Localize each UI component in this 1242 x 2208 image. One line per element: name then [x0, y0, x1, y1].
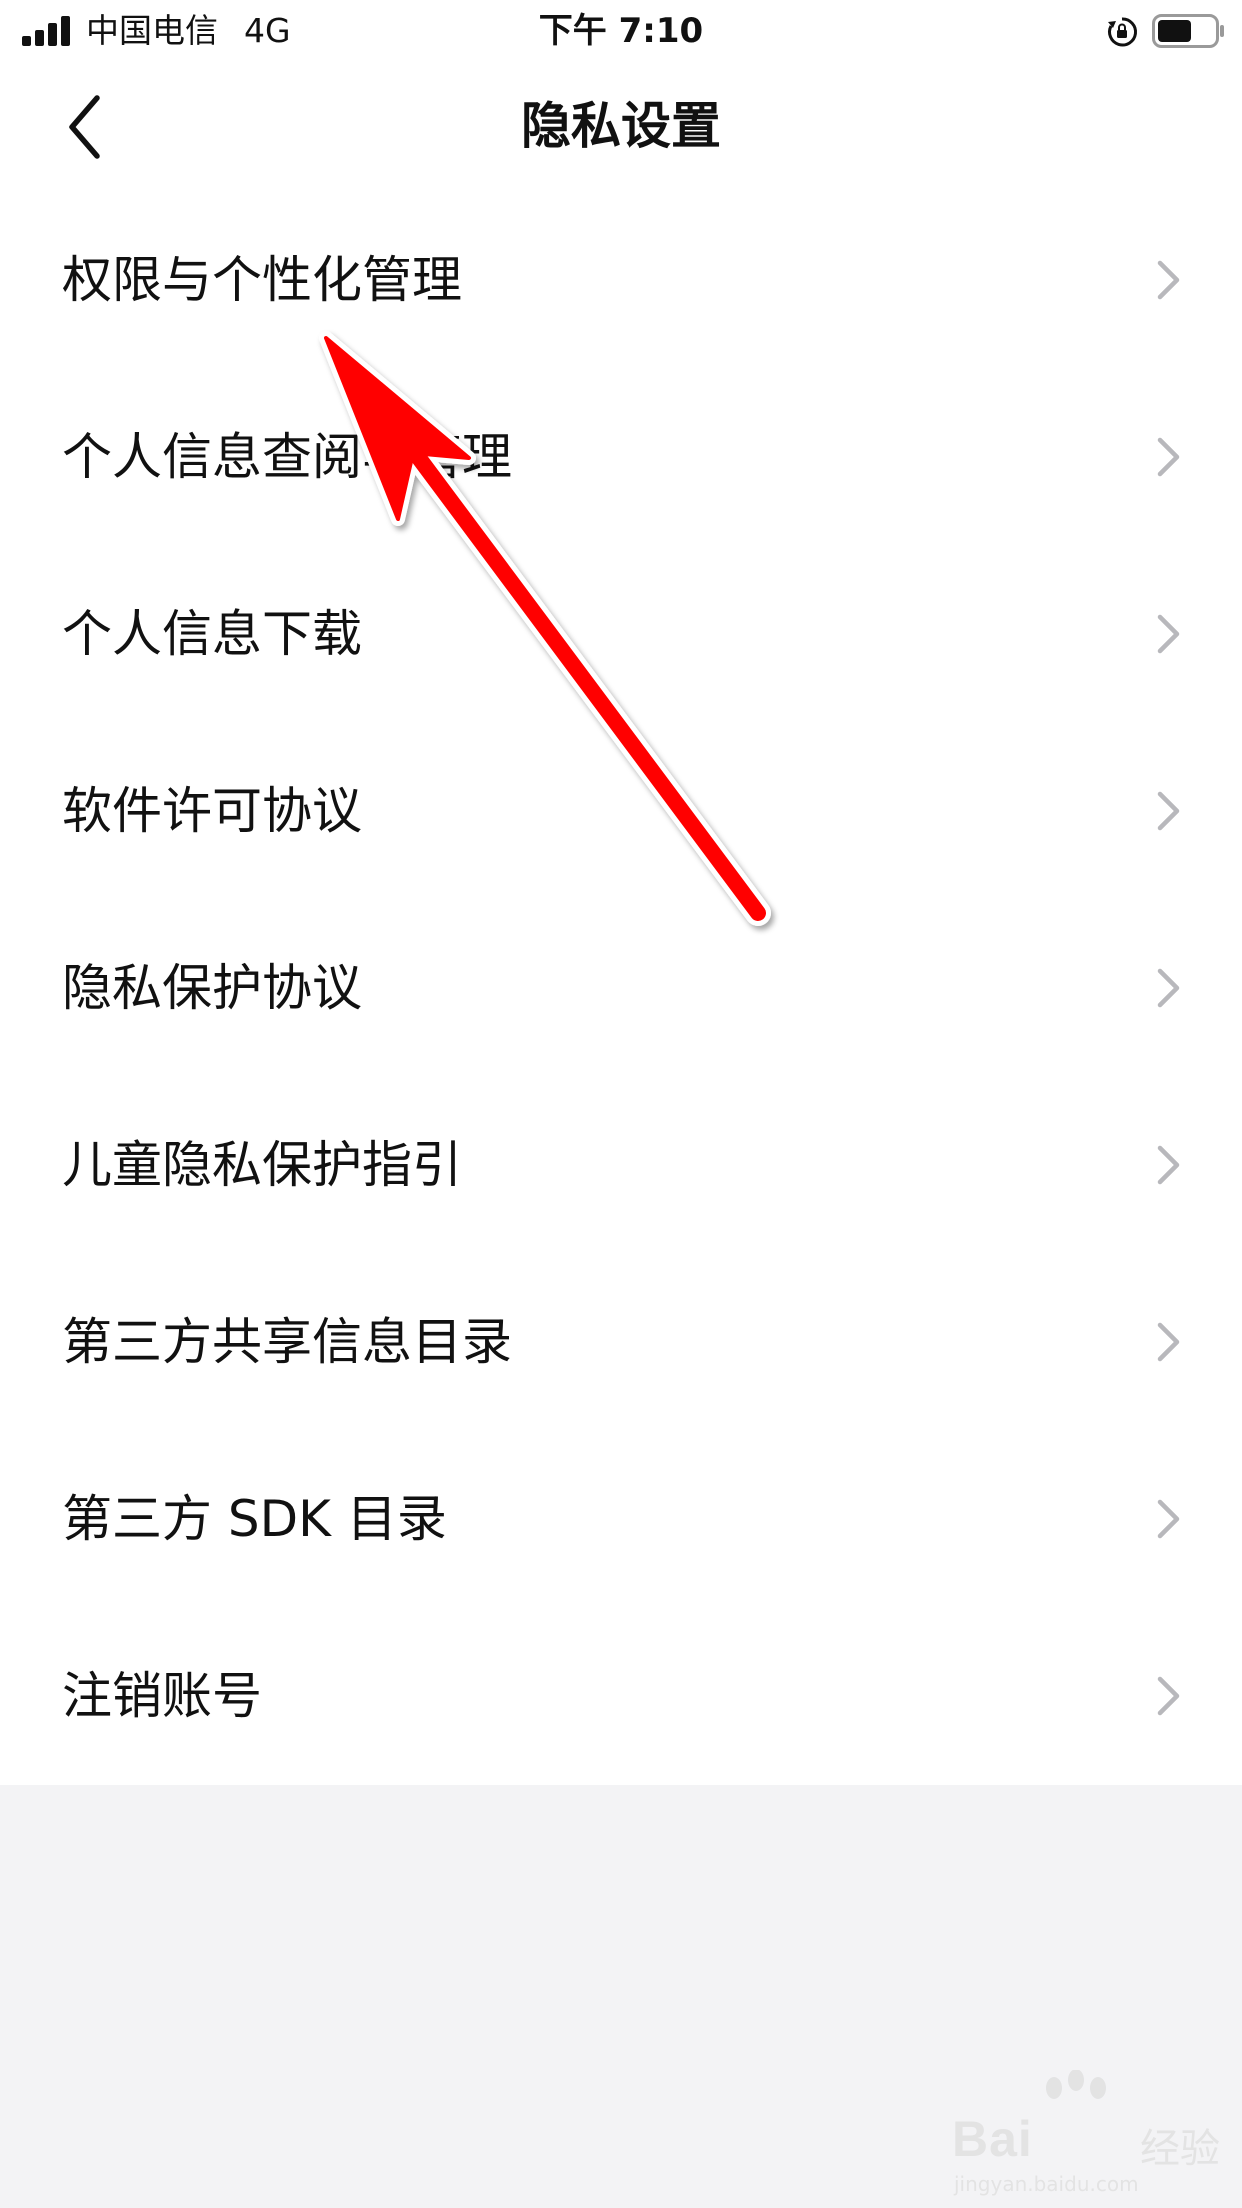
privacy-settings-list: 权限与个性化管理 个人信息查阅与管理 个人信息下载 软件许可协议 隐私保护协议 …	[0, 190, 1242, 1785]
battery-icon	[1152, 14, 1224, 48]
list-item-label: 个人信息查阅与管理	[62, 428, 512, 486]
rotation-lock-icon	[1108, 17, 1138, 47]
chevron-right-icon	[1157, 1322, 1180, 1362]
list-item-third-party-sharing[interactable]: 第三方共享信息目录	[0, 1252, 1242, 1429]
status-time: 下午 7:10	[538, 11, 704, 51]
chevron-right-icon	[1157, 1499, 1180, 1539]
list-item-label: 权限与个性化管理	[62, 251, 462, 309]
page-title: 隐私设置	[521, 97, 721, 155]
status-bar: 中国电信 4G 下午 7:10	[0, 0, 1242, 64]
watermark-url: jingyan.baidu.com	[954, 2172, 1139, 2196]
list-item-label: 隐私保护协议	[62, 959, 362, 1017]
chevron-right-icon	[1157, 260, 1180, 300]
list-item-label: 第三方共享信息目录	[62, 1313, 512, 1371]
chevron-right-icon	[1157, 1145, 1180, 1185]
list-item-label: 第三方 SDK 目录	[62, 1490, 447, 1548]
chevron-right-icon	[1157, 614, 1180, 654]
list-item-delete-account[interactable]: 注销账号	[0, 1606, 1242, 1783]
list-item-label: 个人信息下载	[62, 605, 362, 663]
list-item-label: 软件许可协议	[62, 782, 362, 840]
list-item-personal-info-download[interactable]: 个人信息下载	[0, 544, 1242, 721]
list-item-privacy-policy[interactable]: 隐私保护协议	[0, 898, 1242, 1075]
list-item-personal-info-access[interactable]: 个人信息查阅与管理	[0, 367, 1242, 544]
navigation-bar: 隐私设置	[0, 64, 1242, 190]
chevron-right-icon	[1157, 968, 1180, 1008]
chevron-right-icon	[1157, 791, 1180, 831]
list-item-children-privacy[interactable]: 儿童隐私保护指引	[0, 1075, 1242, 1252]
list-item-third-party-sdk[interactable]: 第三方 SDK 目录	[0, 1429, 1242, 1606]
watermark-brand: Bai	[952, 2111, 1033, 2167]
watermark-sub: 经验	[1140, 2126, 1220, 2172]
list-item-software-license[interactable]: 软件许可协议	[0, 721, 1242, 898]
list-item-label: 注销账号	[62, 1667, 262, 1725]
list-item-permissions-personalization[interactable]: 权限与个性化管理	[0, 190, 1242, 367]
chevron-right-icon	[1157, 1676, 1180, 1716]
chevron-right-icon	[1157, 437, 1180, 477]
baidu-jingyan-watermark: Bai 经验 jingyan.baidu.com	[950, 2070, 1220, 2196]
list-item-label: 儿童隐私保护指引	[62, 1136, 462, 1194]
